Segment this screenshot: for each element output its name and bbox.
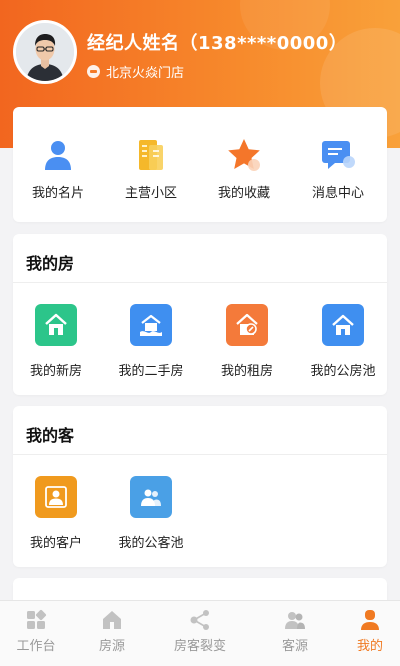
star-icon [226, 137, 262, 173]
tab-houses[interactable]: 房源 [72, 609, 152, 654]
grid-item-label: 我的公客池 [118, 536, 184, 551]
second-hand-house-icon [130, 304, 172, 346]
tab-label: 工作台 [16, 639, 56, 654]
tab-label: 我的 [356, 639, 383, 654]
grid-item-label: 我的客户 [29, 536, 82, 551]
person-card-icon [40, 137, 76, 173]
quick-link-label: 主营小区 [124, 186, 177, 201]
my-houses-card: 我的房 我的新房 我的二手房 我的租房 我的公房池 [13, 234, 387, 395]
quick-link-business-card[interactable]: 我的名片 [13, 137, 103, 201]
agent-name: 经纪人姓名（138****0000） [87, 33, 348, 54]
quick-link-favorites[interactable]: 我的收藏 [199, 137, 289, 201]
building-icon [133, 137, 169, 173]
section-title-clients: 我的客 [26, 426, 75, 445]
store-name-row: 北京火焱门店 [87, 62, 184, 81]
tab-fission[interactable]: 房客裂变 [160, 609, 240, 654]
grid-item-label: 我的二手房 [118, 364, 184, 379]
me-icon [359, 609, 381, 631]
divider [13, 282, 387, 283]
tab-label: 房源 [98, 639, 125, 654]
tab-me[interactable]: 我的 [330, 609, 400, 654]
quick-link-label: 消息中心 [311, 186, 364, 201]
grid-item-new-house[interactable]: 我的新房 [10, 304, 102, 379]
quick-links-card: 我的名片 主营小区 我的收藏 消息中心 [13, 107, 387, 222]
rent-house-icon [226, 304, 268, 346]
tab-label: 房客裂变 [173, 639, 226, 654]
grid-item-label: 我的租房 [220, 364, 273, 379]
message-icon [320, 137, 356, 173]
grid-item-public-house-pool[interactable]: 我的公房池 [297, 304, 389, 379]
grid-item-public-client-pool[interactable]: 我的公客池 [105, 476, 197, 551]
section-title-houses: 我的房 [26, 254, 75, 273]
workbench-icon [25, 609, 47, 631]
tab-label: 客源 [281, 639, 308, 654]
public-client-pool-icon [130, 476, 172, 518]
grid-item-my-clients[interactable]: 我的客户 [10, 476, 102, 551]
house-icon [101, 609, 123, 631]
grid-item-label: 我的公房池 [310, 364, 376, 379]
quick-link-label: 我的收藏 [217, 186, 270, 201]
public-house-pool-icon [322, 304, 364, 346]
bottom-tab-bar: 工作台 房源 房客裂变 客源 我的 [0, 600, 400, 666]
divider [13, 454, 387, 455]
people-icon [284, 609, 306, 631]
store-name: 北京火焱门店 [106, 66, 185, 81]
quick-link-messages[interactable]: 消息中心 [293, 137, 383, 201]
client-icon [35, 476, 77, 518]
quick-link-label: 我的名片 [31, 186, 84, 201]
avatar[interactable] [13, 20, 77, 84]
new-house-icon [35, 304, 77, 346]
grid-item-second-hand-house[interactable]: 我的二手房 [105, 304, 197, 379]
quick-link-main-community[interactable]: 主营小区 [106, 137, 196, 201]
my-clients-card: 我的客 我的客户 我的公客池 [13, 406, 387, 567]
store-badge-icon [87, 65, 100, 78]
tab-clients[interactable]: 客源 [255, 609, 335, 654]
grid-item-label: 我的新房 [29, 364, 82, 379]
tab-workbench[interactable]: 工作台 [0, 609, 76, 654]
grid-item-rent-house[interactable]: 我的租房 [201, 304, 293, 379]
share-icon [189, 609, 211, 631]
